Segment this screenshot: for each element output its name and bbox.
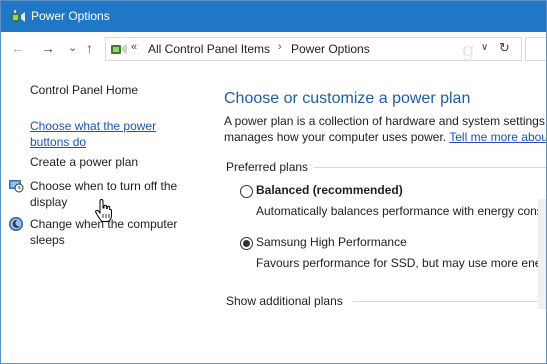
breadcrumb-separator-icon[interactable]: ›: [278, 41, 282, 53]
navigation-bar: ← → ⌄ ↑ « All Control Panel Items › Powe…: [1, 32, 546, 65]
sidebar: Control Panel Home Choose what the power…: [1, 65, 211, 363]
breadcrumb-power-options[interactable]: Power Options: [291, 42, 370, 56]
watermark-letter: g: [462, 37, 475, 61]
power-options-icon: [11, 10, 25, 22]
overflow-chevron-icon[interactable]: «: [131, 41, 137, 53]
refresh-icon[interactable]: ↻: [499, 40, 510, 56]
link-line-2: buttons do: [30, 135, 87, 149]
preferred-plans-label: Preferred plans: [226, 160, 315, 174]
samsung-plan-name[interactable]: Samsung High Performance: [256, 235, 407, 249]
power-options-window: Power Options ← → ⌄ ↑ « All Control Pane…: [0, 0, 547, 364]
choose-power-buttons-link[interactable]: Choose what the power buttons do: [30, 118, 156, 150]
recent-locations-chevron-icon[interactable]: ⌄: [68, 39, 77, 57]
page-title: Choose or customize a power plan: [224, 90, 471, 107]
link-line-2: display: [30, 195, 68, 209]
link-line-1: Change when the computer: [30, 217, 178, 231]
control-panel-icon: [111, 44, 127, 54]
description-text: manages how your computer uses power.: [224, 130, 447, 144]
samsung-plan-description: Favours performance for SSD, but may use…: [256, 256, 547, 270]
main-content: Choose or customize a power plan A power…: [211, 65, 547, 363]
create-power-plan-link[interactable]: Create a power plan: [30, 154, 138, 170]
link-line-1: Choose when to turn off the: [30, 179, 178, 193]
show-additional-plans-toggle[interactable]: Show additional plans: [226, 294, 343, 308]
search-box[interactable]: [525, 37, 546, 61]
samsung-high-performance-radio[interactable]: [240, 237, 253, 250]
vertical-scrollbar[interactable]: [538, 199, 546, 309]
window-title: Power Options: [31, 9, 110, 23]
control-panel-home-link[interactable]: Control Panel Home: [30, 82, 138, 98]
breadcrumb-all-items[interactable]: All Control Panel Items: [148, 42, 270, 56]
tell-me-more-link[interactable]: Tell me more abou: [449, 130, 546, 144]
description: A power plan is a collection of hardware…: [224, 113, 547, 145]
description-line-1: A power plan is a collection of hardware…: [224, 114, 547, 128]
change-sleep-link[interactable]: Change when the computer sleeps: [30, 216, 177, 248]
link-line-1: Choose what the power: [30, 119, 157, 133]
description-line-2: manages how your computer uses power. Te…: [224, 129, 546, 145]
turn-off-display-link[interactable]: Choose when to turn off the display: [30, 178, 177, 210]
display-timer-icon: [9, 180, 24, 193]
balanced-radio[interactable]: [240, 185, 253, 198]
title-bar[interactable]: Power Options: [1, 1, 546, 32]
forward-arrow-icon[interactable]: →: [41, 39, 55, 57]
back-arrow-icon[interactable]: ←: [11, 39, 25, 57]
sleep-moon-icon: [9, 217, 23, 231]
link-line-2: sleeps: [30, 233, 65, 247]
address-bar[interactable]: « All Control Panel Items › Power Option…: [105, 37, 522, 61]
up-arrow-icon[interactable]: ↑: [86, 39, 93, 57]
section-divider: [353, 301, 546, 302]
balanced-plan-name[interactable]: Balanced (recommended): [256, 183, 403, 197]
balanced-plan-description: Automatically balances performance with …: [256, 204, 547, 218]
address-dropdown-icon[interactable]: ∨: [481, 42, 488, 53]
